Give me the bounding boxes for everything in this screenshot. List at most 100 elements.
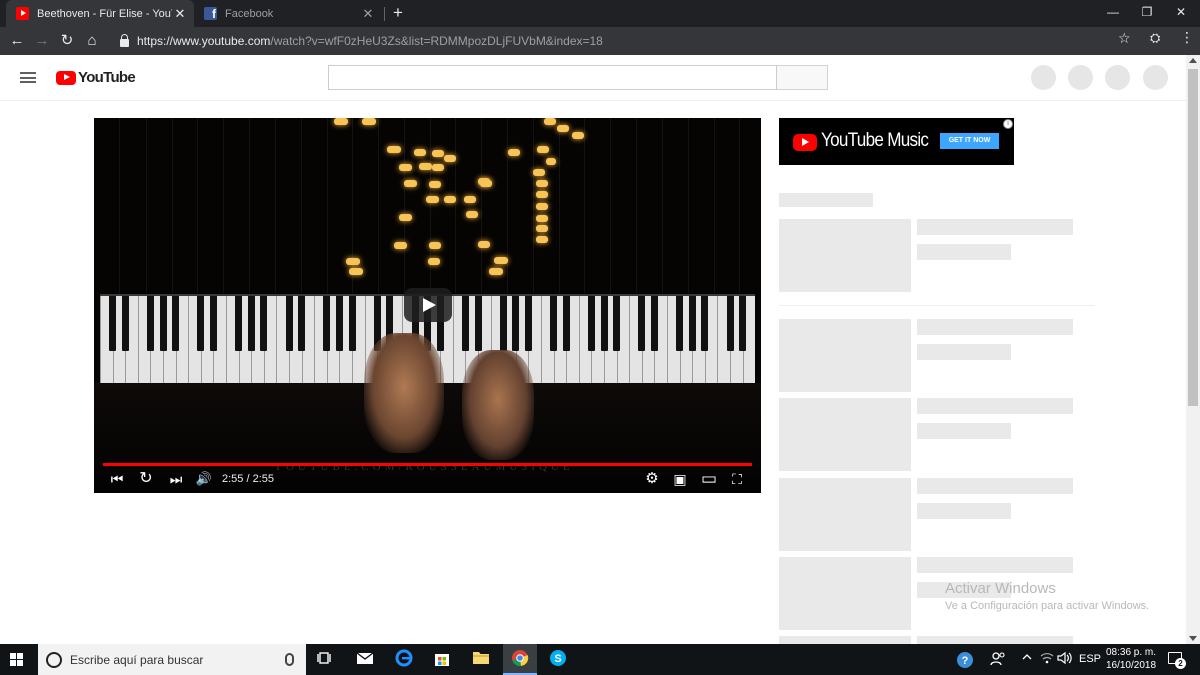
guide-line: [584, 118, 585, 293]
white-key-divider: [667, 296, 668, 383]
miniplayer-icon[interactable]: ▣: [670, 469, 690, 489]
address-bar[interactable]: https://www.youtube.com/watch?v=wfF0zHeU…: [108, 30, 1144, 52]
light-note: [432, 150, 444, 157]
guide-line: [739, 118, 740, 293]
avatar[interactable]: [1143, 65, 1168, 90]
back-button[interactable]: ←: [6, 30, 28, 52]
skeleton-thumbnail[interactable]: [779, 557, 911, 630]
guide-line: [119, 118, 120, 293]
tab-facebook[interactable]: f Facebook ✕: [196, 0, 382, 27]
cortana-icon: [46, 651, 62, 668]
people-icon[interactable]: [990, 651, 1006, 670]
youtube-logo[interactable]: YouTube: [56, 69, 136, 86]
skeleton-thumbnail[interactable]: [779, 219, 911, 292]
browser-menu-icon[interactable]: ⋮: [1180, 29, 1194, 46]
close-window-button[interactable]: ✕: [1164, 0, 1198, 27]
taskbar-clock[interactable]: 08:36 p. m. 16/10/2018: [1100, 646, 1162, 672]
windows-start-icon[interactable]: [10, 653, 24, 667]
previous-icon[interactable]: ⏮: [108, 469, 126, 489]
time-display: 2:55 / 2:55: [222, 473, 274, 485]
store-icon[interactable]: [431, 649, 453, 671]
search-input[interactable]: [328, 65, 777, 90]
hamburger-menu-icon[interactable]: [20, 72, 36, 83]
skeleton-thumbnail[interactable]: [779, 319, 911, 392]
scrollbar-thumb[interactable]: [1188, 69, 1198, 406]
edge-icon[interactable]: [393, 649, 415, 671]
help-icon[interactable]: ?: [955, 650, 975, 673]
get-it-now-button[interactable]: GET IT NOW: [940, 133, 999, 149]
skeleton-thumbnail[interactable]: [779, 636, 911, 644]
search-button[interactable]: [777, 65, 828, 90]
new-tab-button[interactable]: +: [389, 3, 407, 23]
black-key: [524, 296, 532, 351]
left-hand-visual: [364, 333, 444, 453]
reload-button[interactable]: ↻: [56, 30, 78, 52]
masthead-placeholder-icon[interactable]: [1105, 65, 1130, 90]
guide-line: [352, 118, 353, 293]
skeleton-thumbnail[interactable]: [779, 398, 911, 471]
page-scrollbar[interactable]: [1186, 55, 1200, 644]
extension-icon[interactable]: ⛭: [1150, 30, 1160, 46]
chevron-up-icon[interactable]: [1021, 651, 1033, 666]
guide-line: [507, 118, 508, 293]
video-player[interactable]: YOUTUBE.COM/ROUSSEAUMUSIQUE ⏮ ↻ ⏭ 🔊 2:55…: [94, 118, 761, 493]
minimize-button[interactable]: —: [1096, 0, 1130, 27]
light-note: [466, 211, 478, 218]
masthead-placeholder-icon[interactable]: [1068, 65, 1093, 90]
ad-info-icon[interactable]: i: [1003, 119, 1013, 129]
black-key: [146, 296, 154, 351]
taskbar-search-placeholder: Escribe aquí para buscar: [70, 652, 204, 667]
file-explorer-icon[interactable]: [470, 649, 492, 671]
white-key-divider: [137, 296, 139, 383]
white-key-divider: [100, 296, 101, 383]
black-key: [260, 296, 268, 351]
large-play-button[interactable]: [404, 288, 452, 322]
skeleton-thumbnail[interactable]: [779, 478, 911, 551]
forward-button[interactable]: →: [31, 30, 53, 52]
black-key: [121, 296, 129, 351]
scroll-up-icon[interactable]: [1189, 58, 1197, 63]
task-view-icon[interactable]: [313, 649, 335, 671]
light-note: [362, 118, 376, 125]
black-key: [701, 296, 709, 351]
mail-icon[interactable]: [354, 649, 376, 671]
guide-line: [172, 118, 173, 293]
settings-icon[interactable]: ⚙: [643, 469, 661, 489]
scroll-down-icon[interactable]: [1189, 636, 1197, 641]
language-indicator[interactable]: ESP: [1079, 653, 1101, 665]
black-key: [172, 296, 180, 351]
wifi-icon[interactable]: [1040, 651, 1054, 668]
theater-mode-icon[interactable]: ▭: [698, 469, 720, 489]
home-button[interactable]: ⌂: [81, 30, 103, 52]
masthead-placeholder-icon[interactable]: [1031, 65, 1056, 90]
replay-icon[interactable]: ↻: [137, 469, 155, 489]
black-key: [550, 296, 558, 351]
chrome-icon[interactable]: [509, 649, 531, 671]
black-key: [512, 296, 520, 351]
youtube-music-ad[interactable]: YouTube Music GET IT NOW: [779, 118, 1014, 165]
tab-close-icon[interactable]: ✕: [172, 6, 188, 22]
notification-count-badge: 2: [1175, 658, 1186, 669]
light-note: [432, 164, 444, 171]
light-note: [387, 146, 401, 153]
white-key-divider: [276, 296, 278, 383]
light-note: [533, 169, 545, 176]
volume-icon[interactable]: 🔊: [194, 469, 214, 489]
tab-youtube[interactable]: Beethoven - Für Elise - YouTube ✕: [6, 0, 194, 27]
next-icon[interactable]: ⏭: [167, 469, 185, 489]
svg-text:?: ?: [962, 655, 969, 667]
taskbar-search-box[interactable]: Escribe aquí para buscar: [38, 644, 306, 675]
facebook-favicon-icon: f: [204, 7, 217, 21]
fullscreen-icon[interactable]: ⛶: [727, 469, 747, 489]
restore-button[interactable]: ❐: [1130, 0, 1164, 27]
skype-icon[interactable]: S: [547, 649, 569, 671]
bookmark-star-icon[interactable]: ☆: [1118, 30, 1131, 47]
tab-close-icon[interactable]: ✕: [360, 6, 376, 22]
tab-separator: [384, 7, 385, 21]
volume-tray-icon[interactable]: [1057, 651, 1073, 668]
light-note: [426, 196, 439, 203]
light-note: [537, 146, 549, 153]
activate-windows-subtitle: Ve a Configuración para activar Windows.: [945, 600, 1150, 612]
microphone-icon[interactable]: [285, 653, 294, 666]
black-key: [348, 296, 356, 351]
